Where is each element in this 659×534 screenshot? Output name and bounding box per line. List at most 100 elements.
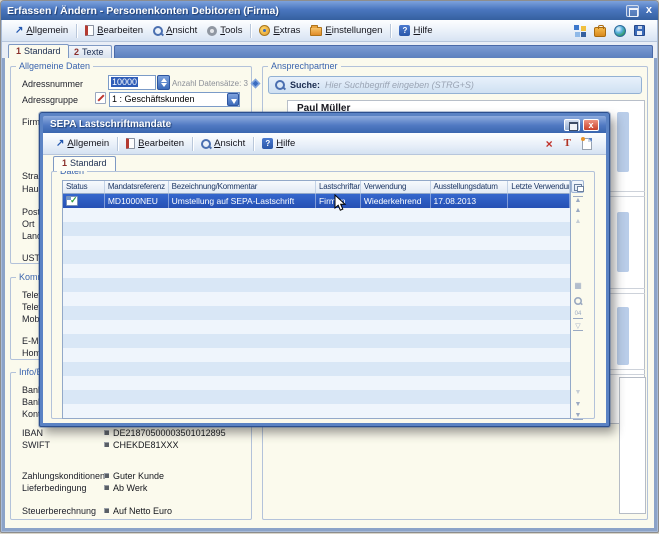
menu-item-hilfe[interactable]: ? Hilfe [257, 136, 300, 151]
scroll-down-icon[interactable]: ▼ [573, 401, 583, 408]
sync-icon[interactable] [574, 25, 586, 37]
field-value-lieferbedingung: Ab Werk [113, 483, 147, 493]
menu-item-allgemein[interactable]: ↗ Allgemein [51, 136, 114, 151]
table-cell-empty [316, 250, 361, 264]
restore-icon[interactable] [564, 119, 580, 131]
field-label-iban: IBAN [22, 428, 43, 438]
table-cell-empty [105, 222, 169, 236]
table-cell-empty [316, 334, 361, 348]
menu-item-label: Bearbeiten [138, 138, 184, 149]
briefcase-icon[interactable] [594, 27, 606, 37]
pin-t-icon[interactable]: T [564, 138, 571, 149]
table-row-empty[interactable] [63, 320, 570, 334]
table-cell-empty [361, 236, 431, 250]
table-row-empty[interactable] [63, 236, 570, 250]
table-row-empty[interactable] [63, 376, 570, 390]
window-title: Erfassen / Ändern - Personenkonten Debit… [7, 5, 279, 17]
delete-x-icon[interactable]: × [546, 138, 553, 150]
close-icon[interactable]: x [646, 5, 652, 16]
table-row-empty[interactable] [63, 306, 570, 320]
table-row-empty[interactable] [63, 292, 570, 306]
menu-item-extras[interactable]: Extras [254, 23, 305, 38]
column-header[interactable]: Ausstellungsdatum [431, 181, 509, 194]
tab-texte[interactable]: 2Texte [66, 45, 112, 58]
menu-item-label: Ansicht [166, 25, 197, 36]
table-cell-empty [169, 250, 316, 264]
table-row-empty[interactable] [63, 404, 570, 418]
search-icon[interactable] [573, 296, 583, 308]
table-cell-empty [508, 236, 570, 250]
menu-item-tools[interactable]: Tools [202, 23, 247, 38]
grid-icon[interactable]: ▦ [573, 282, 583, 289]
mandate-table: StatusMandatsreferenzBezeichnung/Komment… [62, 180, 571, 419]
table-cell-empty [431, 278, 509, 292]
column-header[interactable]: Lastschriftart [316, 181, 361, 194]
value-indicator-icon [104, 508, 109, 513]
table-row-empty[interactable] [63, 250, 570, 264]
table-row-selected[interactable]: MD1000NEUUmstellung auf SEPA-Lastschrift… [63, 194, 570, 208]
tab-number: 1 [62, 158, 67, 168]
record-number-icon[interactable]: 04 [573, 311, 583, 319]
menu-item-bearbeiten[interactable]: Bearbeiten [121, 136, 189, 151]
menu-separator [250, 24, 251, 38]
menu-item-ansicht[interactable]: Ansicht [148, 23, 202, 38]
edit-pencil-icon[interactable] [95, 92, 106, 104]
column-header[interactable]: Bezeichnung/Kommentar [169, 181, 316, 194]
table-row-empty[interactable] [63, 362, 570, 376]
table-cell-empty [316, 278, 361, 292]
menu-item-label: Tools [220, 25, 242, 36]
table-row-empty[interactable] [63, 222, 570, 236]
table-row-empty[interactable] [63, 348, 570, 362]
table-cell-empty [63, 250, 105, 264]
menu-item-bearbeiten[interactable]: Bearbeiten [80, 23, 148, 38]
table-row-empty[interactable] [63, 390, 570, 404]
table-cell-empty [361, 334, 431, 348]
scroll-top-icon[interactable]: ▲ [573, 196, 583, 204]
dialog-tab-standard[interactable]: 1Standard [53, 156, 116, 171]
menu-item-ansicht[interactable]: Ansicht [196, 136, 250, 151]
main-tabstrip: 1Standard 2Texte [2, 42, 657, 58]
table-cell-empty [105, 390, 169, 404]
close-icon[interactable]: x [583, 119, 599, 131]
table-row-empty[interactable] [63, 264, 570, 278]
tab-standard[interactable]: 1Standard [8, 44, 69, 58]
column-header[interactable]: Status [63, 181, 105, 194]
tab-number: 2 [74, 47, 79, 57]
table-cell-empty [105, 278, 169, 292]
scroll-bottom-icon[interactable]: ▼ [573, 412, 583, 420]
move-up-icon[interactable]: ▲ [573, 218, 583, 225]
magnifier-icon [201, 139, 211, 149]
menu-item-hilfe[interactable]: ? Hilfe [394, 23, 437, 38]
arrow-ne-icon: ↗ [15, 26, 23, 36]
column-header[interactable]: Letzte Verwendung [508, 181, 570, 194]
adressnummer-input[interactable]: 10000 [108, 75, 156, 90]
dropdown-icon[interactable] [227, 93, 239, 106]
table-cell-empty [169, 222, 316, 236]
table-cell-empty [508, 292, 570, 306]
menu-item-allgemein[interactable]: ↗ Allgemein [10, 23, 73, 38]
save-icon[interactable] [634, 25, 645, 36]
column-header[interactable]: Verwendung [361, 181, 431, 194]
field-label-adressnummer: Adressnummer [22, 79, 83, 89]
table-cell-empty [105, 376, 169, 390]
restore-icon[interactable] [626, 5, 639, 17]
side-panel [619, 377, 646, 514]
new-page-icon[interactable] [582, 138, 592, 150]
menu-item-einstellungen[interactable]: Einstellungen [305, 23, 387, 38]
scroll-up-icon[interactable]: ▲ [573, 207, 583, 214]
table-cell-empty [361, 362, 431, 376]
move-down-icon[interactable]: ▼ [573, 389, 583, 396]
table-cell-empty [431, 334, 509, 348]
record-count-info: Anzahl Datensätze: 3 [152, 79, 248, 88]
table-row-empty[interactable] [63, 208, 570, 222]
column-header[interactable]: Mandatsreferenz [105, 181, 169, 194]
table-cell-empty [63, 390, 105, 404]
contact-search-input[interactable]: Suche: Hier Suchbegriff eingeben (STRG+S… [268, 76, 642, 94]
table-row-empty[interactable] [63, 278, 570, 292]
adressgruppe-combobox[interactable]: 1 : Geschäftskunden [109, 92, 240, 107]
filter-icon[interactable]: ▽ [573, 323, 583, 331]
table-cell-empty [361, 404, 431, 418]
table-row-empty[interactable] [63, 334, 570, 348]
table-cell-empty [361, 306, 431, 320]
globe-icon[interactable] [614, 25, 626, 37]
